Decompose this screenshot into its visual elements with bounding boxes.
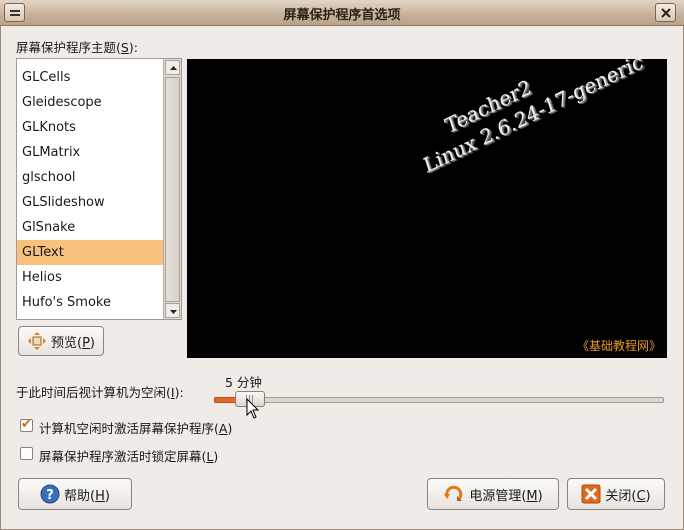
lock-label-text: 屏幕保护程序激活时锁定屏幕( [39, 449, 207, 464]
close-button-suffix: ) [645, 488, 651, 504]
idle-value-text: 5 分钟 [225, 375, 262, 390]
fullscreen-arrows-icon [28, 332, 46, 350]
screensaver-preview: Teacher2 Linux 2.6.24-17-generic 《基础教程网》 [187, 59, 667, 358]
close-button-label: 关闭( [605, 488, 637, 504]
theme-list-item[interactable]: Gleidescope [17, 90, 163, 115]
activate-label-suffix: ) [227, 421, 233, 436]
theme-list-item[interactable]: GLSlideshow [17, 190, 163, 215]
power-management-icon [444, 485, 463, 501]
title-bar: 屏幕保护程序首选项 [0, 0, 684, 26]
theme-label-text: 屏幕保护程序主题( [16, 40, 121, 55]
preview-button[interactable]: 预览(P) [18, 326, 104, 356]
help-button-accel: H [95, 488, 105, 504]
theme-label-suffix: ): [128, 40, 138, 55]
lock-screen-label[interactable]: 屏幕保护程序激活时锁定屏幕(L) [39, 446, 218, 465]
theme-list-items: GLCells Gleidescope GLKnots GLMatrix glschoo… [17, 65, 163, 315]
idle-label-text: 于此时间后视计算机为空闲( [16, 385, 171, 400]
theme-list-item[interactable]: glschool [17, 165, 163, 190]
theme-list-item[interactable]: Helios [17, 265, 163, 290]
theme-list-item[interactable]: GLKnots [17, 115, 163, 140]
window-close-button[interactable] [655, 3, 676, 22]
theme-list[interactable]: GLCells Gleidescope GLKnots GLMatrix glschoo… [16, 58, 182, 320]
svg-text:?: ? [46, 488, 54, 503]
power-button-label: 电源管理( [469, 488, 527, 504]
help-icon: ? [40, 484, 60, 504]
theme-list-item[interactable]: GLCells [17, 65, 163, 90]
close-x-icon [581, 484, 601, 504]
arrow-down-icon [170, 310, 177, 314]
activate-label-text: 计算机空闲时激活屏幕保护程序( [39, 421, 219, 436]
preview-button-accel: P [82, 335, 90, 351]
watermark: 《基础教程网》 [576, 339, 661, 353]
theme-list-item[interactable]: Hufo's Smoke [17, 290, 163, 315]
power-button-accel: M [526, 488, 538, 504]
scrollbar-thumb[interactable] [165, 77, 180, 302]
help-button[interactable]: ? 帮助(H) [18, 478, 132, 510]
theme-list-item[interactable]: GlSnake [17, 215, 163, 240]
lock-label-suffix: ) [213, 449, 219, 464]
arrow-up-icon [170, 66, 177, 70]
activate-screensaver-label[interactable]: 计算机空闲时激活屏幕保护程序(A) [39, 418, 232, 437]
theme-list-label: 屏幕保护程序主题(S): [16, 37, 138, 56]
close-button[interactable]: 关闭(C) [567, 478, 665, 510]
theme-list-item[interactable]: GLText [17, 240, 163, 265]
idle-slider-track[interactable] [214, 397, 664, 403]
power-management-button[interactable]: 电源管理(M) [427, 478, 559, 510]
theme-label-accel: S [120, 40, 129, 55]
idle-time-label: 于此时间后视计算机为空闲(I): [16, 382, 184, 401]
scroll-down-button[interactable] [165, 303, 180, 318]
help-button-label: 帮助( [64, 488, 96, 504]
theme-list-item[interactable]: GLMatrix [17, 140, 163, 165]
activate-screensaver-checkbox[interactable] [20, 417, 33, 432]
window-title: 屏幕保护程序首选项 [283, 8, 401, 23]
idle-label-suffix: ): [174, 385, 184, 400]
preview-button-suffix: ) [89, 335, 95, 351]
theme-list-scrollbar[interactable] [163, 59, 181, 319]
preview-button-label: 预览( [51, 335, 83, 351]
close-icon [661, 8, 671, 18]
close-button-accel: C [636, 488, 646, 504]
lock-screen-checkbox[interactable] [20, 447, 33, 460]
scroll-up-button[interactable] [165, 60, 180, 75]
mouse-cursor-icon [246, 398, 260, 419]
power-button-suffix: ) [537, 488, 543, 504]
help-button-suffix: ) [104, 488, 110, 504]
preview-gltext: Teacher2 Linux 2.6.24-17-generic [412, 59, 645, 179]
